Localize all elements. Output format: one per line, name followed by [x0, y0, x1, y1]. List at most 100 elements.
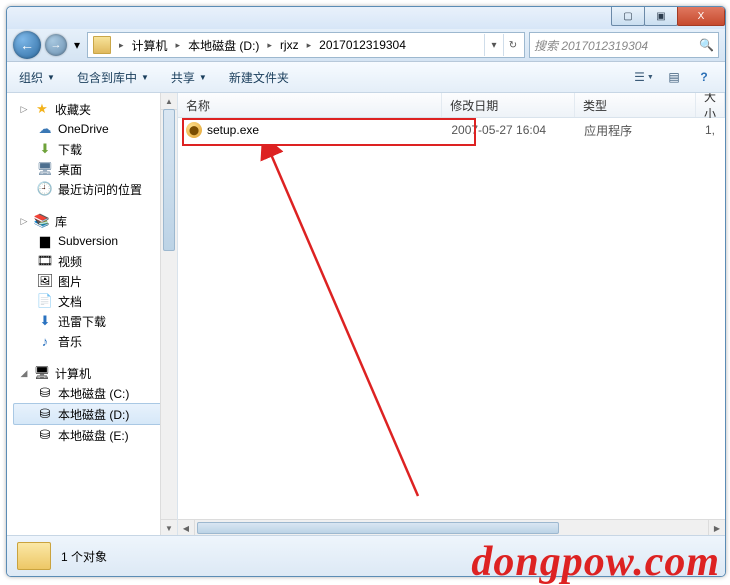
scroll-up-arrow-icon[interactable]: ▲: [161, 93, 177, 110]
file-type: 应用程序: [576, 122, 697, 139]
sidebar-item-xunlei[interactable]: ⬇ 迅雷下载: [13, 311, 163, 331]
annotation-arrow: [258, 146, 458, 516]
sidebar-label: 下载: [58, 141, 82, 158]
sidebar-label: 本地磁盘 (C:): [58, 385, 129, 402]
star-icon: ★: [34, 101, 50, 117]
column-headers: 名称 修改日期 类型 大小: [178, 93, 725, 118]
sidebar-item-desktop[interactable]: 🖥 桌面: [13, 159, 163, 179]
sidebar-label: 本地磁盘 (D:): [58, 406, 129, 423]
sidebar-item-subversion[interactable]: ▆Subversion: [13, 231, 163, 251]
cloud-icon: ☁: [37, 121, 53, 137]
sidebar-label: 文档: [58, 293, 82, 310]
sidebar-label: 最近访问的位置: [58, 181, 142, 198]
sidebar-item-recent[interactable]: 🕘 最近访问的位置: [13, 179, 163, 199]
include-in-library-menu[interactable]: 包含到库中▼: [73, 67, 153, 88]
file-size: 1,: [697, 123, 725, 137]
horizontal-scrollbar[interactable]: ◀ ▶: [178, 519, 725, 536]
column-header-type[interactable]: 类型: [575, 93, 696, 117]
expand-icon[interactable]: ▷: [19, 216, 29, 227]
chevron-right-icon[interactable]: ▸: [262, 40, 277, 51]
explorer-window: ▢ ▣ X ← → ▾ ▸ 计算机 ▸ 本地磁盘 (D:) ▸ rjxz ▸ 2…: [6, 6, 726, 577]
folder-icon: [93, 36, 111, 54]
sidebar-item-videos[interactable]: 🎞 视频: [13, 251, 163, 271]
sidebar-label: 音乐: [58, 333, 82, 350]
sidebar-label: 桌面: [58, 161, 82, 178]
sidebar-item-downloads[interactable]: ⬇下载: [13, 139, 163, 159]
library-icon: 📚: [34, 213, 50, 229]
sidebar-item-pictures[interactable]: 🖼 图片: [13, 271, 163, 291]
sidebar: ▷ ★ 收藏夹 ☁OneDrive ⬇下载 🖥桌面 🕘最近访问的位置 ▷ 📚 库: [7, 93, 178, 536]
sidebar-drive-d[interactable]: ⛁ 本地磁盘 (D:): [13, 403, 163, 425]
sidebar-label: OneDrive: [58, 122, 109, 136]
maximize-button[interactable]: ▣: [644, 7, 678, 26]
sidebar-item-documents[interactable]: 📄 文档: [13, 291, 163, 311]
toolbar: 组织▼ 包含到库中▼ 共享▼ 新建文件夹 ☰▼ ▤ ?: [7, 62, 725, 93]
breadcrumb-item[interactable]: 本地磁盘 (D:): [185, 37, 262, 54]
scroll-left-arrow-icon[interactable]: ◀: [178, 520, 195, 536]
expand-icon[interactable]: ◢: [19, 368, 29, 379]
sidebar-label: 图片: [58, 273, 82, 290]
expand-icon[interactable]: ▷: [19, 104, 29, 115]
scroll-right-arrow-icon[interactable]: ▶: [708, 520, 725, 536]
sidebar-label: 视频: [58, 253, 82, 270]
sidebar-scrollbar[interactable]: ▲ ▼: [160, 93, 177, 536]
computer-icon: 🖥: [34, 365, 50, 381]
breadcrumb-dropdown[interactable]: ▾: [484, 34, 503, 56]
breadcrumb-item[interactable]: 计算机: [129, 37, 171, 54]
column-header-name[interactable]: 名称: [178, 93, 442, 117]
minimize-button[interactable]: ▢: [611, 7, 645, 26]
drive-icon: ⛁: [37, 406, 53, 422]
scrollbar-thumb[interactable]: [163, 109, 175, 251]
search-input[interactable]: 搜索 2017012319304 🔍: [529, 32, 719, 58]
share-menu[interactable]: 共享▼: [167, 67, 211, 88]
annotation-highlight-box: [182, 118, 476, 146]
music-icon: ♪: [37, 333, 53, 349]
organize-menu[interactable]: 组织▼: [15, 67, 59, 88]
forward-button[interactable]: →: [45, 34, 67, 56]
close-button[interactable]: X: [677, 7, 725, 26]
download-icon: ⬇: [37, 313, 53, 329]
breadcrumb-item[interactable]: rjxz: [277, 38, 302, 52]
sidebar-drive-e[interactable]: ⛁本地磁盘 (E:): [13, 425, 163, 445]
view-options-button[interactable]: ☰▼: [631, 65, 657, 89]
new-folder-button[interactable]: 新建文件夹: [225, 67, 293, 88]
sidebar-label: 收藏夹: [55, 101, 91, 118]
column-header-date[interactable]: 修改日期: [442, 93, 575, 117]
refresh-button[interactable]: ↻: [503, 34, 522, 56]
sidebar-favorites[interactable]: ▷ ★ 收藏夹: [13, 99, 163, 119]
sidebar-item-music[interactable]: ♪ 音乐: [13, 331, 163, 351]
breadcrumb-item[interactable]: 2017012319304: [316, 38, 409, 52]
preview-pane-button[interactable]: ▤: [661, 65, 687, 89]
sidebar-item-onedrive[interactable]: ☁ OneDrive: [13, 119, 163, 139]
chevron-right-icon[interactable]: ▸: [302, 40, 317, 51]
folder-icon: [17, 542, 51, 570]
file-list-pane: 名称 修改日期 类型 大小 ⬤setup.exe 2007-05-27 16:0…: [178, 93, 725, 536]
drive-icon: ⛁: [37, 385, 53, 401]
sidebar-drive-c[interactable]: ⛁ 本地磁盘 (C:): [13, 383, 163, 403]
search-icon: 🔍: [699, 38, 714, 52]
sidebar-label: Subversion: [58, 234, 118, 248]
back-button[interactable]: ←: [13, 31, 41, 59]
desktop-icon: 🖥: [37, 161, 53, 177]
scroll-down-arrow-icon[interactable]: ▼: [161, 519, 177, 536]
nav-history-dropdown[interactable]: ▾: [71, 38, 83, 52]
video-icon: 🎞: [37, 253, 53, 269]
column-header-size[interactable]: 大小: [696, 93, 725, 117]
sidebar-label: 库: [55, 213, 67, 230]
search-placeholder: 搜索 2017012319304: [534, 37, 648, 54]
chevron-right-icon[interactable]: ▸: [171, 40, 186, 51]
file-list[interactable]: ⬤setup.exe 2007-05-27 16:04 应用程序 1, ◀ ▶: [178, 118, 725, 536]
breadcrumb[interactable]: ▸ 计算机 ▸ 本地磁盘 (D:) ▸ rjxz ▸ 2017012319304…: [87, 32, 525, 58]
sidebar-computer[interactable]: ◢ 🖥 计算机: [13, 363, 163, 383]
document-icon: 📄: [37, 293, 53, 309]
sidebar-label: 计算机: [55, 365, 91, 382]
chevron-right-icon[interactable]: ▸: [114, 40, 129, 51]
picture-icon: 🖼: [37, 273, 53, 289]
recent-icon: 🕘: [37, 181, 53, 197]
sidebar-label: 迅雷下载: [58, 313, 106, 330]
help-button[interactable]: ?: [691, 65, 717, 89]
scrollbar-thumb[interactable]: [197, 522, 559, 534]
titlebar: ▢ ▣ X: [7, 7, 725, 29]
sidebar-label: 本地磁盘 (E:): [58, 427, 129, 444]
sidebar-libraries[interactable]: ▷ 📚 库: [13, 211, 163, 231]
